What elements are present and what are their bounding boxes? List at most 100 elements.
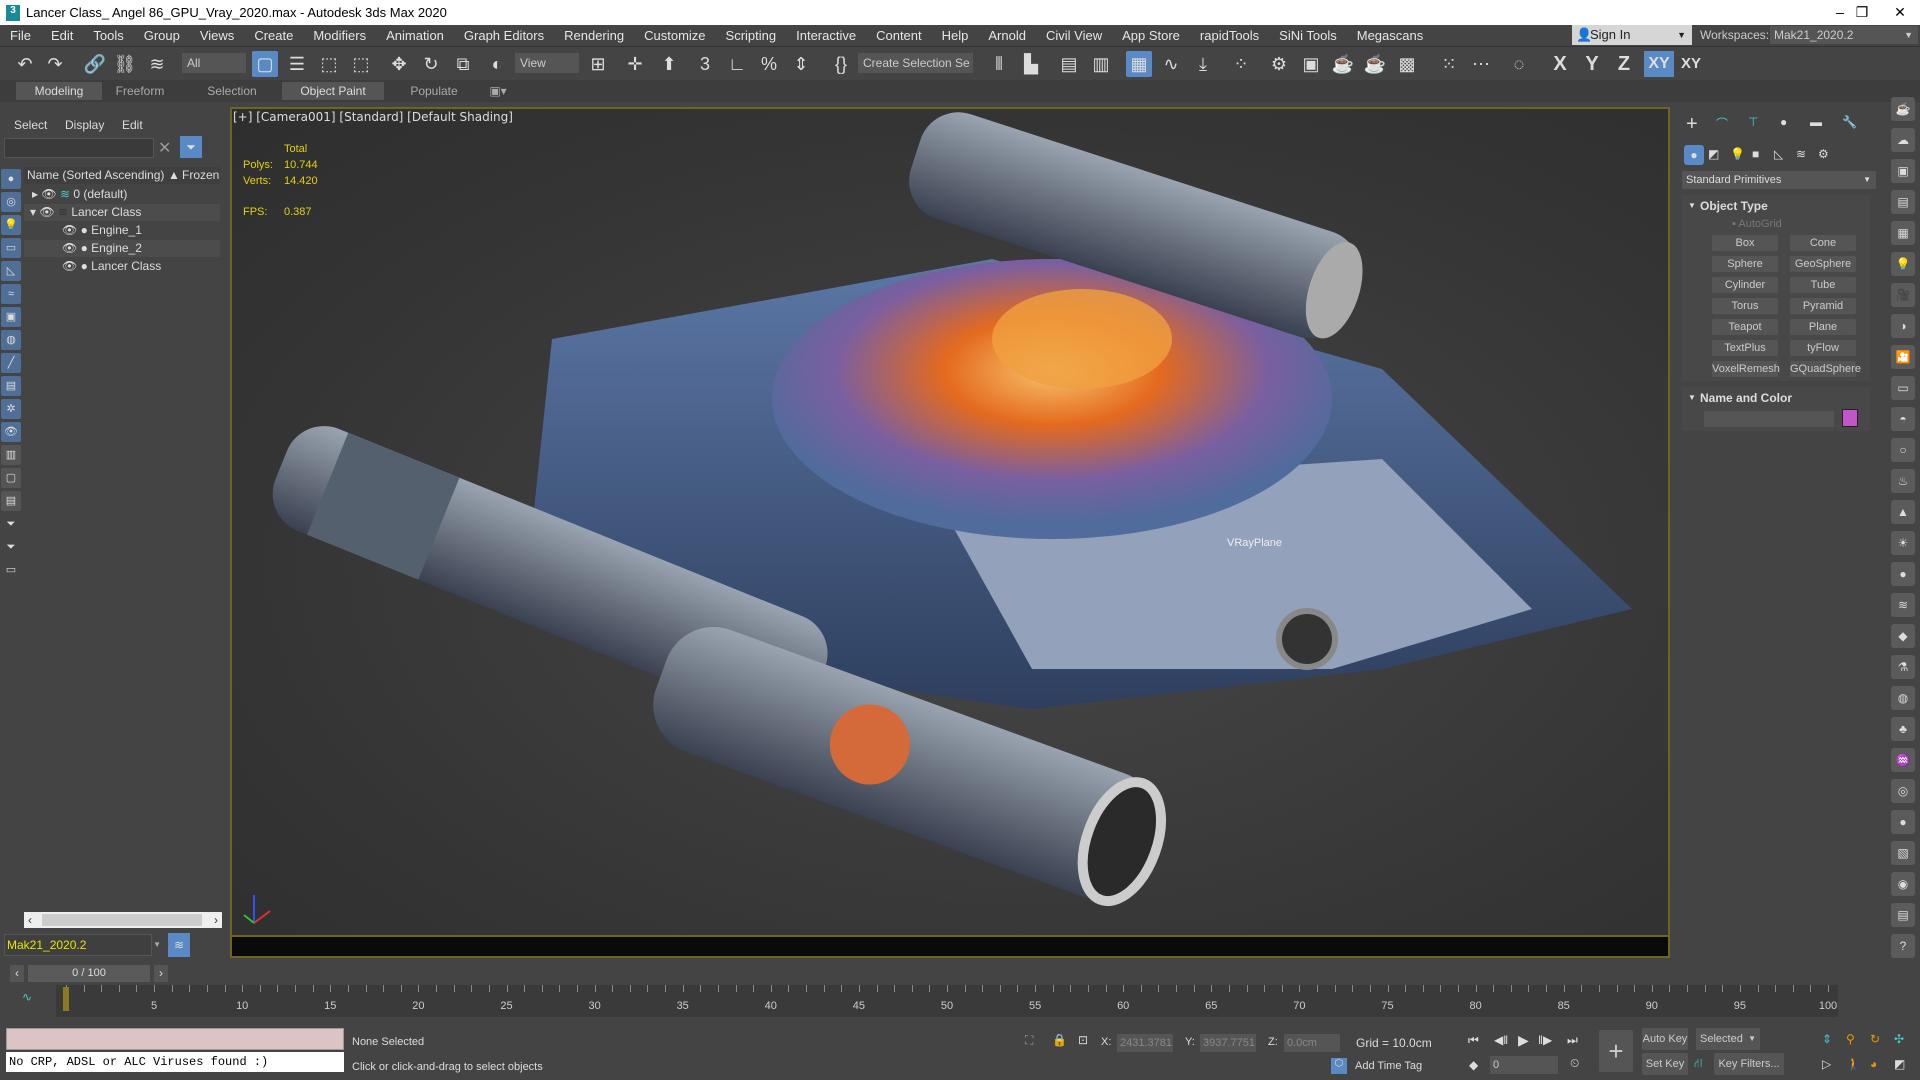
containers-filter-icon[interactable]: ▤ bbox=[1, 376, 21, 396]
teapot-button[interactable]: Teapot bbox=[1712, 319, 1778, 335]
maximize-viewport-icon[interactable]: ◩ bbox=[1894, 1057, 1905, 1071]
menu-civil-view[interactable]: Civil View bbox=[1036, 28, 1112, 43]
render-setup-icon[interactable]: ⚙ bbox=[1266, 51, 1292, 77]
set-keys-big-icon[interactable]: + bbox=[1599, 1030, 1633, 1072]
groups-filter-icon[interactable]: ▣ bbox=[1, 307, 21, 327]
pyramid-button[interactable]: Pyramid bbox=[1790, 298, 1856, 314]
filter-funnel-2-icon[interactable]: ⏷ bbox=[1, 537, 21, 557]
hair-icon[interactable]: ♒ bbox=[1891, 748, 1915, 772]
placement-icon[interactable]: ◐ bbox=[484, 51, 510, 77]
viewport-label-menu[interactable]: [+] [Camera001] [Standard] [Default Shad… bbox=[233, 110, 513, 124]
menu-sini-tools[interactable]: SiNi Tools bbox=[1269, 28, 1347, 43]
scale-icon[interactable]: ⧉ bbox=[450, 51, 476, 77]
textplus-button[interactable]: TextPlus bbox=[1712, 340, 1778, 356]
material-sphere-icon[interactable]: ● bbox=[1891, 810, 1915, 834]
shell-icon[interactable]: ◎ bbox=[1891, 779, 1915, 803]
pivot-center-icon[interactable]: ⊞ bbox=[585, 51, 611, 77]
workspace-dropdown[interactable]: Mak21_2020.2 ▼ bbox=[1770, 26, 1918, 44]
tab-selection[interactable]: Selection bbox=[196, 82, 268, 100]
video-camera-icon[interactable]: 🎦 bbox=[1891, 345, 1915, 369]
vray-frame-buffer-icon[interactable]: ▩ bbox=[1394, 51, 1420, 77]
menu-create[interactable]: Create bbox=[244, 28, 303, 43]
select-object-icon[interactable]: ▢ bbox=[252, 51, 278, 77]
explorer-horizontal-scrollbar[interactable]: ‹ › bbox=[24, 912, 222, 928]
axis-x-button[interactable]: X bbox=[1547, 51, 1573, 77]
table-icon[interactable]: ▦ bbox=[1891, 221, 1915, 245]
menu-graph-editors[interactable]: Graph Editors bbox=[454, 28, 554, 43]
time-slider-thumb[interactable]: 0 / 100 bbox=[28, 965, 150, 982]
tab-object-paint[interactable]: Object Paint bbox=[282, 82, 384, 100]
next-frame-icon[interactable]: › bbox=[154, 965, 168, 982]
orbit-icon[interactable]: ↻ bbox=[1870, 1032, 1880, 1046]
go-to-start-icon[interactable]: ⏮ bbox=[1468, 1033, 1479, 1048]
autogrid-checkbox[interactable]: ▪ AutoGrid bbox=[1732, 218, 1782, 230]
collapse-icon[interactable]: ▼ bbox=[1688, 393, 1696, 402]
mini-curve-editor-icon[interactable]: ∿ bbox=[22, 990, 32, 1004]
hidden-filter-icon[interactable]: 👁 bbox=[1, 422, 21, 442]
fov-icon[interactable]: ▷ bbox=[1822, 1057, 1831, 1071]
axis-xy-button[interactable]: XY bbox=[1644, 51, 1674, 77]
time-slider[interactable]: ‹ 0 / 100 › bbox=[10, 965, 168, 982]
current-frame-marker[interactable] bbox=[63, 987, 69, 1011]
snaps-toggle-icon[interactable]: 3 bbox=[692, 51, 718, 77]
bind-spacewarp-icon[interactable]: ≋ bbox=[144, 51, 170, 77]
play-icon[interactable]: ▶ bbox=[1518, 1032, 1529, 1049]
layer-manager-icon[interactable]: ≋ bbox=[168, 933, 190, 957]
curve-editor-icon[interactable]: ∿ bbox=[1158, 51, 1184, 77]
current-frame-field[interactable]: 0 bbox=[1490, 1056, 1558, 1074]
menu-edit[interactable]: Edit bbox=[41, 28, 83, 43]
menu-interactive[interactable]: Interactive bbox=[786, 28, 866, 43]
selection-filter-dropdown[interactable]: All bbox=[182, 53, 246, 73]
geometry-filter-icon[interactable]: ● bbox=[1, 169, 21, 189]
display-all-icon[interactable]: ▥ bbox=[1, 445, 21, 465]
scene-explorer-icon[interactable]: ▤ bbox=[1056, 51, 1082, 77]
ribbon-options-icon[interactable]: ▣▾ bbox=[488, 82, 508, 100]
collapse-icon[interactable]: ▼ bbox=[1688, 201, 1696, 210]
select-manipulate-icon[interactable]: ✛ bbox=[622, 51, 648, 77]
modify-tab-icon[interactable]: ⌒ bbox=[1716, 115, 1728, 132]
key-mode-dropdown[interactable]: Selected ▼ bbox=[1696, 1028, 1760, 1050]
cylinder-button[interactable]: Cylinder bbox=[1712, 277, 1778, 293]
ambient-light-icon[interactable]: ● bbox=[1891, 562, 1915, 586]
geometry-icon[interactable]: ● bbox=[1684, 145, 1704, 165]
globe-icon[interactable]: ◍ bbox=[1891, 686, 1915, 710]
menu-arnold[interactable]: Arnold bbox=[978, 28, 1036, 43]
fur-icon[interactable]: ≋ bbox=[1891, 593, 1915, 617]
cameras-icon[interactable]: ■ bbox=[1752, 147, 1759, 161]
rectangular-selection-icon[interactable]: ⬚ bbox=[316, 51, 342, 77]
orbit-subobject-icon[interactable]: ◕ bbox=[1870, 1057, 1877, 1071]
menu-scripting[interactable]: Scripting bbox=[716, 28, 787, 43]
invert-icon[interactable]: ▤ bbox=[1, 491, 21, 511]
menu-app-store[interactable]: App Store bbox=[1112, 28, 1190, 43]
menu-rapidtools[interactable]: rapidTools bbox=[1190, 28, 1269, 43]
tube-button[interactable]: Tube bbox=[1790, 277, 1856, 293]
bones-filter-icon[interactable]: ╱ bbox=[1, 353, 21, 373]
tree-row-engine-2[interactable]: 👁 ● Engine_2 bbox=[24, 240, 220, 257]
filter-icon[interactable]: ⏷ bbox=[180, 136, 202, 158]
time-configuration-icon[interactable]: ⏲ bbox=[1570, 1056, 1579, 1071]
render-iterative-icon[interactable]: ☕ bbox=[1362, 51, 1388, 77]
tree-row-lancer-class[interactable]: 👁 ● Lancer Class bbox=[24, 258, 220, 275]
voxelremesh-button[interactable]: VoxelRemesh bbox=[1712, 361, 1780, 377]
dotted-circle-icon[interactable]: ◌ bbox=[1506, 51, 1532, 77]
axis-z-button[interactable]: Z bbox=[1611, 51, 1637, 77]
measure-icon[interactable]: ⋯ bbox=[1468, 51, 1494, 77]
window-crossing-icon[interactable]: ⬚ bbox=[348, 51, 374, 77]
name-and-color-title[interactable]: Name and Color bbox=[1700, 391, 1792, 405]
tree-row-engine-1[interactable]: 👁 ● Engine_1 bbox=[24, 222, 220, 239]
axis-y-button[interactable]: Y bbox=[1579, 51, 1605, 77]
track-bar[interactable]: 0510152025303540455055606570758085909510… bbox=[56, 985, 1838, 1017]
tree-row-default-layer[interactable]: ▸ 👁 ≋ 0 (default) bbox=[24, 186, 220, 203]
particles-filter-icon[interactable]: ✲ bbox=[1, 399, 21, 419]
object-type-title[interactable]: Object Type bbox=[1700, 199, 1768, 213]
spacewarps-icon[interactable]: ≋ bbox=[1796, 147, 1806, 161]
light-lister-icon[interactable]: 💡 bbox=[1891, 252, 1915, 276]
render-production-icon[interactable]: ☕ bbox=[1330, 51, 1356, 77]
zoom-all-icon[interactable]: ⚲ bbox=[1846, 1032, 1855, 1046]
selection-lock-icon[interactable]: 🔒 bbox=[1052, 1033, 1067, 1047]
layer-explorer-icon[interactable]: ▥ bbox=[1088, 51, 1114, 77]
pan-icon[interactable]: ✣ bbox=[1894, 1032, 1904, 1046]
utilities-tab-icon[interactable]: 🔧 bbox=[1842, 115, 1857, 129]
cone-button[interactable]: Cone bbox=[1790, 235, 1856, 251]
cameras-filter-icon[interactable]: ▭ bbox=[1, 238, 21, 258]
